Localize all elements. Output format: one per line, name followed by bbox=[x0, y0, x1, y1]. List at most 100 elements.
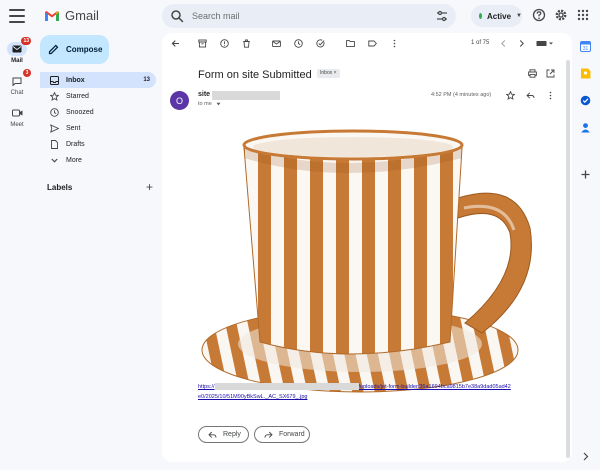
redacted-domain bbox=[214, 383, 359, 391]
clock-icon bbox=[50, 107, 59, 117]
folder-label: Drafts bbox=[66, 140, 85, 148]
menu-bar bbox=[9, 15, 25, 17]
chat-badge: 3 bbox=[23, 69, 31, 77]
sender-avatar[interactable]: O bbox=[170, 91, 189, 110]
chat-rail-icon: 3 bbox=[7, 69, 31, 88]
rail-item-mail[interactable]: 13 Mail bbox=[0, 37, 34, 64]
add-addon-icon[interactable] bbox=[580, 169, 591, 180]
folder-count: 13 bbox=[143, 77, 150, 83]
labels-header: Labels + bbox=[47, 181, 153, 193]
archive-icon[interactable] bbox=[198, 39, 207, 48]
striped-cup-image bbox=[201, 129, 532, 393]
snooze-clock-icon[interactable] bbox=[294, 39, 303, 48]
folder-label: More bbox=[66, 156, 82, 164]
chevron-right-icon[interactable] bbox=[517, 39, 526, 48]
folder-label: Starred bbox=[66, 92, 89, 100]
reply-arrow-icon[interactable] bbox=[526, 91, 535, 100]
rail-item-meet[interactable]: Meet bbox=[0, 106, 34, 128]
folder-snoozed[interactable]: Snoozed bbox=[40, 104, 156, 120]
open-in-new-window-icon[interactable] bbox=[546, 69, 555, 78]
gmail-m-icon bbox=[45, 10, 59, 21]
folder-label: Inbox bbox=[66, 76, 85, 84]
folder-sent[interactable]: Sent bbox=[40, 120, 156, 136]
compose-button[interactable]: Compose bbox=[40, 35, 109, 64]
folder-starred[interactable]: Starred bbox=[40, 88, 156, 104]
email-subject: Form on site Submitted bbox=[198, 69, 312, 81]
mail-icon bbox=[12, 45, 22, 53]
svg-text:31: 31 bbox=[583, 46, 589, 52]
folder-label: Sent bbox=[66, 124, 81, 132]
status-label: Active bbox=[487, 11, 512, 21]
star-icon[interactable] bbox=[506, 91, 515, 100]
pencil-icon bbox=[48, 44, 59, 55]
settings-gear-icon[interactable] bbox=[554, 8, 568, 22]
link-tail: /uploads/jet-form-builder/36a1694bca9815… bbox=[358, 384, 511, 390]
email-view: 1 of 75 Form on site Submitted Inbox × O… bbox=[162, 33, 572, 462]
search-icon[interactable] bbox=[170, 9, 184, 23]
rail-label-chat: Chat bbox=[10, 90, 24, 96]
labels-title: Labels bbox=[47, 182, 73, 192]
keep-notes-icon[interactable] bbox=[580, 68, 591, 79]
status-dot bbox=[479, 13, 483, 19]
image-link[interactable]: https:// /uploads/jet-form-builder/36a169… bbox=[198, 382, 538, 402]
reply-label: Reply bbox=[223, 431, 241, 438]
draft-icon bbox=[50, 139, 59, 149]
search-options-icon[interactable] bbox=[436, 10, 448, 22]
pagination-count: 1 of 75 bbox=[471, 40, 490, 46]
gmail-logo[interactable]: Gmail bbox=[44, 8, 99, 23]
chevron-left-icon[interactable] bbox=[499, 39, 508, 48]
add-label-button[interactable]: + bbox=[146, 181, 153, 193]
add-task-icon[interactable] bbox=[316, 39, 325, 48]
menu-bar bbox=[9, 9, 25, 11]
video-camera-icon bbox=[11, 109, 22, 117]
forward-button[interactable]: Forward bbox=[254, 426, 310, 443]
link-start: https:// bbox=[198, 384, 215, 390]
expand-side-panel-icon[interactable] bbox=[580, 451, 591, 462]
scrollbar[interactable] bbox=[566, 60, 570, 458]
apps-grid-icon[interactable] bbox=[576, 8, 590, 22]
report-spam-icon[interactable] bbox=[220, 39, 229, 48]
delete-icon[interactable] bbox=[242, 39, 251, 48]
tasks-icon[interactable] bbox=[580, 95, 591, 106]
send-icon bbox=[50, 123, 59, 133]
folder-list: Inbox 13 Starred Snoozed Sent Drafts Mor… bbox=[40, 72, 156, 168]
meet-rail-icon bbox=[7, 106, 27, 120]
recipient-details[interactable]: to me bbox=[198, 101, 221, 107]
move-to-folder-icon[interactable] bbox=[346, 39, 355, 48]
rail-label-mail: Mail bbox=[11, 58, 23, 64]
search-input[interactable] bbox=[192, 11, 436, 21]
calendar-icon[interactable]: 31 bbox=[580, 41, 591, 52]
more-options-icon[interactable] bbox=[546, 91, 555, 100]
rail-item-chat[interactable]: 3 Chat bbox=[0, 69, 34, 96]
reply-arrow-icon bbox=[208, 431, 217, 438]
folder-drafts[interactable]: Drafts bbox=[40, 136, 156, 152]
mail-rail-icon: 13 bbox=[7, 37, 31, 56]
back-arrow-icon[interactable] bbox=[171, 39, 180, 48]
caret-down-icon bbox=[216, 102, 221, 106]
print-icon[interactable] bbox=[528, 69, 537, 78]
mail-badge: 13 bbox=[21, 37, 31, 45]
folder-inbox[interactable]: Inbox 13 bbox=[40, 72, 156, 88]
reply-button[interactable]: Reply bbox=[198, 426, 249, 443]
mark-unread-icon[interactable] bbox=[272, 39, 281, 48]
rail-label-meet: Meet bbox=[10, 122, 24, 128]
image-link-line-2: e0/2025/10/51M90yBkSwL._AC_SX679_.jpg bbox=[198, 394, 308, 400]
status-selector[interactable]: Active ▼ bbox=[471, 5, 522, 27]
label-icon[interactable] bbox=[368, 39, 377, 48]
help-icon[interactable] bbox=[532, 8, 546, 22]
more-options-icon[interactable] bbox=[390, 39, 399, 48]
menu-bar bbox=[9, 21, 25, 23]
input-tools-keyboard-icon[interactable] bbox=[536, 39, 554, 48]
contacts-icon[interactable] bbox=[580, 122, 591, 133]
forward-arrow-icon bbox=[264, 431, 273, 438]
app-name: Gmail bbox=[65, 8, 99, 23]
main-menu-button[interactable] bbox=[9, 9, 25, 23]
search-bar[interactable] bbox=[162, 4, 456, 28]
folder-more[interactable]: More bbox=[40, 152, 156, 168]
inbox-icon bbox=[50, 75, 59, 85]
forward-label: Forward bbox=[279, 431, 305, 438]
sender-name[interactable]: site bbox=[198, 91, 210, 98]
folder-label: Snoozed bbox=[66, 108, 94, 116]
chevron-down-icon: ▼ bbox=[516, 13, 522, 19]
inbox-label-chip[interactable]: Inbox × bbox=[317, 69, 340, 78]
